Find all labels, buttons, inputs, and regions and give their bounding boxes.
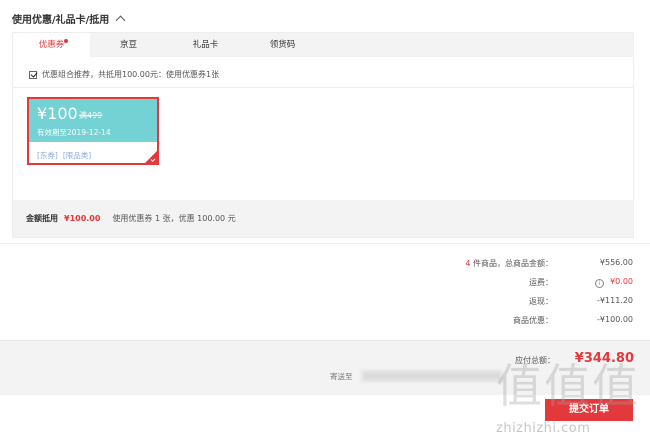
deduction-label: 金额抵用 [26, 214, 58, 223]
checkout-footer: 应付总额： ¥344.80 寄送至 [0, 340, 650, 395]
section-header[interactable]: 使用优惠/礼品卡/抵用 [12, 11, 126, 26]
pay-total-amount: ¥344.80 [574, 351, 634, 366]
shipping-label: 运费： [529, 278, 553, 287]
shipping-row: 运费： i ¥0.00 [333, 277, 633, 296]
deduction-amount: ¥100.00 [64, 214, 101, 223]
coupon-tag: [限品类] [62, 151, 92, 160]
items-total-label: 件商品，总商品金额： [473, 259, 553, 268]
chevron-up-icon[interactable] [115, 15, 126, 25]
discount-panel: 优惠券 京豆 礼品卡 领货码 优惠组合推荐，共抵用100.00元：使用优惠券1张… [12, 32, 634, 238]
divider [0, 243, 650, 244]
pay-total-label: 应付总额： [515, 356, 555, 365]
coupon-tag: [东券] [37, 151, 58, 160]
submit-order-button[interactable]: 提交订单 [545, 399, 633, 421]
tab-jingdou[interactable]: 京豆 [90, 33, 167, 57]
items-total-row: 4 件商品，总商品金额： ¥556.00 [333, 258, 633, 277]
coupon-tags: [东券] [限品类] [37, 150, 91, 161]
discount-row: 商品优惠： -¥100.00 [333, 315, 633, 334]
coupon-header: ¥100 满499 有效期至2019-12-14 [29, 99, 157, 142]
rebate-label: 返现： [529, 297, 553, 306]
recommend-text: 优惠组合推荐，共抵用100.00元：使用优惠券1张 [42, 70, 220, 79]
tab-coupons[interactable]: 优惠券 [13, 33, 90, 57]
info-icon[interactable]: i [595, 279, 605, 288]
item-count: 4 [465, 259, 471, 268]
items-total-value: ¥556.00 [599, 258, 633, 267]
rebate-row: 返现： -¥111.20 [333, 296, 633, 315]
recommend-option[interactable]: 优惠组合推荐，共抵用100.00元：使用优惠券1张 [29, 69, 219, 80]
coupon-valid-date: 有效期至2019-12-14 [37, 128, 111, 137]
address-blurred [362, 371, 502, 381]
section-title: 使用优惠/礼品卡/抵用 [12, 15, 110, 26]
order-totals: 4 件商品，总商品金额： ¥556.00 运费： i ¥0.00 返现： -¥11… [333, 258, 633, 334]
coupon-amount: ¥100 [37, 104, 78, 123]
new-dot-icon [64, 39, 68, 43]
tab-redeem-code[interactable]: 领货码 [244, 33, 321, 57]
coupon-card[interactable]: ¥100 满499 有效期至2019-12-14 [东券] [限品类] [27, 97, 159, 165]
deduction-desc: 使用优惠券 1 张，优惠 100.00 元 [112, 214, 236, 223]
divider [13, 87, 633, 88]
shipping-value: ¥0.00 [610, 277, 633, 286]
tab-bar: 优惠券 京豆 礼品卡 领货码 [13, 33, 633, 57]
discount-label: 商品优惠： [513, 316, 553, 325]
recommend-checkbox[interactable] [29, 70, 37, 79]
tab-gift-card[interactable]: 礼品卡 [167, 33, 244, 57]
discount-value: -¥100.00 [597, 315, 633, 324]
rebate-value: -¥111.20 [597, 296, 633, 305]
coupon-condition: 满499 [79, 111, 103, 120]
deduction-summary: 金额抵用 ¥100.00 使用优惠券 1 张，优惠 100.00 元 [13, 200, 633, 237]
ship-to-label: 寄送至 [330, 372, 353, 381]
